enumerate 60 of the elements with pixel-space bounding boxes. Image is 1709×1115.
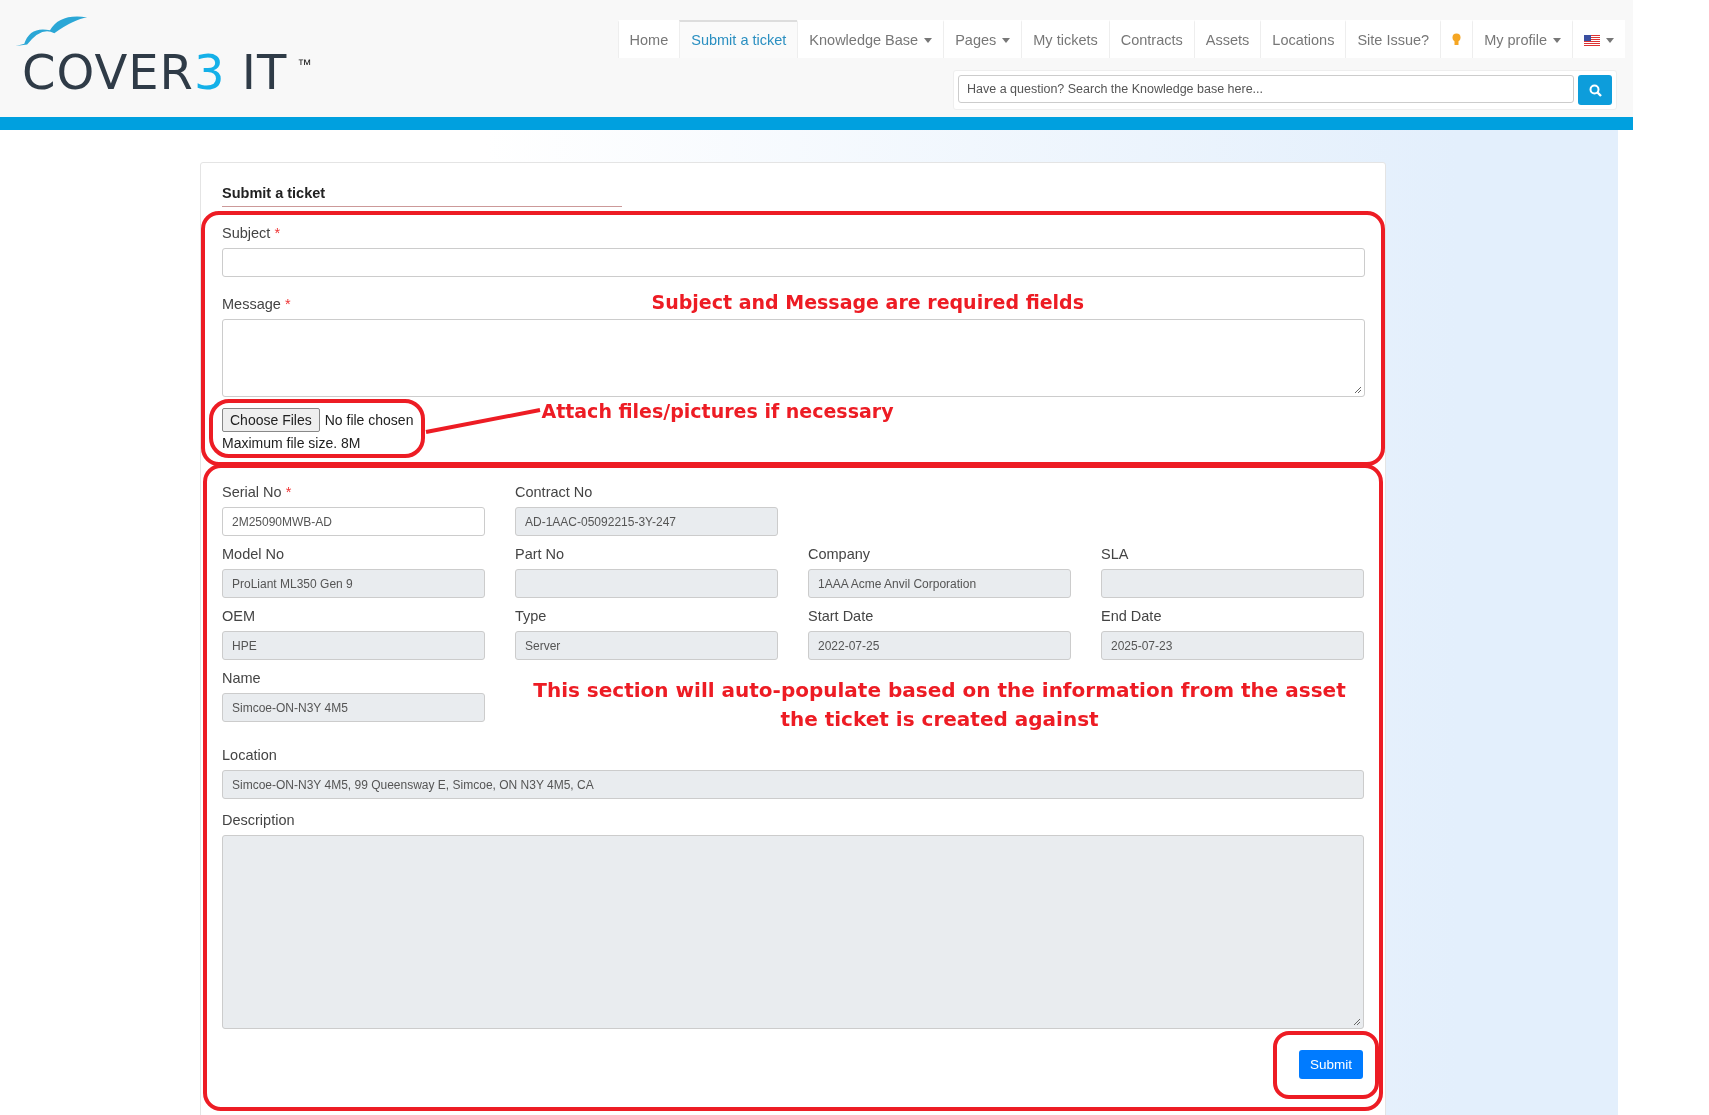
input-field[interactable]: 2M25090MWB-AD: [222, 507, 485, 536]
choose-files-button[interactable]: Choose Files: [222, 408, 320, 432]
form-title: Submit a ticket: [222, 179, 622, 207]
resize-grip-icon[interactable]: [1352, 1017, 1361, 1026]
input-field[interactable]: 1AAA Acme Anvil Corporation: [808, 569, 1071, 598]
resize-grip-icon[interactable]: [1353, 385, 1362, 394]
annotation-text: Subject and Message are required fields: [650, 291, 1086, 313]
search-button[interactable]: [1578, 75, 1612, 105]
field-label: SLA: [1101, 546, 1130, 562]
field-label: Location: [222, 747, 278, 763]
input-field[interactable]: [1101, 569, 1364, 598]
trademark-mark: ™: [297, 56, 312, 72]
nav-link[interactable]: Knowledge Base: [797, 20, 944, 58]
field-label: End Date: [1101, 608, 1163, 624]
input-field[interactable]: AD-1AAC-05092215-3Y-247: [515, 507, 778, 536]
input-field[interactable]: Simcoe-ON-N3Y 4M5: [222, 693, 485, 722]
field-label: Type: [515, 608, 548, 624]
field-label: Company: [808, 546, 872, 562]
message-field[interactable]: [222, 319, 1365, 397]
field-label: Start Date: [808, 608, 875, 624]
caret-icon: [1606, 37, 1614, 43]
description-field[interactable]: [222, 835, 1364, 1029]
input-field[interactable]: ProLiant ML350 Gen 9: [222, 569, 485, 598]
field-label: Name: [222, 670, 262, 686]
nav-link[interactable]: Locations: [1260, 20, 1346, 58]
caret-icon: [1553, 37, 1561, 43]
annotation-text: Attach files/pictures if necessary: [541, 399, 894, 422]
field-label: Message *: [222, 296, 291, 312]
annotation-text: This section will auto-populate based on the information from the asset the ticket is created against: [532, 677, 1347, 733]
file-size-hint: Maximum file size. 8M: [222, 435, 362, 451]
input-field[interactable]: Server: [515, 631, 778, 660]
nav-link[interactable]: Assets: [1193, 20, 1261, 58]
nav-link[interactable]: Pages: [943, 20, 1022, 58]
caret-icon: [1002, 37, 1011, 43]
lightbulb-icon: [1452, 33, 1462, 47]
input-field[interactable]: [515, 569, 778, 598]
input-field[interactable]: HPE: [222, 631, 485, 660]
submit-button[interactable]: Submit: [1298, 1050, 1363, 1079]
nav-link[interactable]: Contracts: [1108, 20, 1194, 58]
nav-link[interactable]: Submit a ticket: [679, 20, 798, 58]
search-icon: [1588, 83, 1602, 97]
field-label: OEM: [222, 608, 257, 624]
input-field[interactable]: 2025-07-23: [1101, 631, 1364, 660]
search-field[interactable]: Have a question? Search the Knowledge base here...: [958, 75, 1574, 103]
field-label: Part No: [515, 546, 566, 562]
field-label: Model No: [222, 546, 286, 562]
location-field[interactable]: Simcoe-ON-N3Y 4M5, 99 Queensway E, Simcoe, ON N3Y 4M5, CA: [222, 770, 1364, 799]
field-label: Description: [222, 812, 296, 828]
caret-icon: [924, 37, 933, 43]
logo-text: COVER3 IT: [22, 48, 288, 96]
field-label: Subject *: [222, 225, 282, 241]
file-status: No file chosen: [324, 412, 414, 428]
input-field[interactable]: 2022-07-25: [808, 631, 1071, 660]
flag-icon: [1584, 34, 1600, 46]
field-label: Serial No *: [222, 484, 293, 500]
nav-link[interactable]: Site Issue?: [1345, 20, 1441, 58]
nav-link[interactable]: My profile: [1472, 20, 1572, 58]
field-label: Contract No: [515, 484, 594, 500]
subject-field[interactable]: [222, 248, 1365, 277]
nav-link[interactable]: My tickets: [1021, 20, 1109, 58]
